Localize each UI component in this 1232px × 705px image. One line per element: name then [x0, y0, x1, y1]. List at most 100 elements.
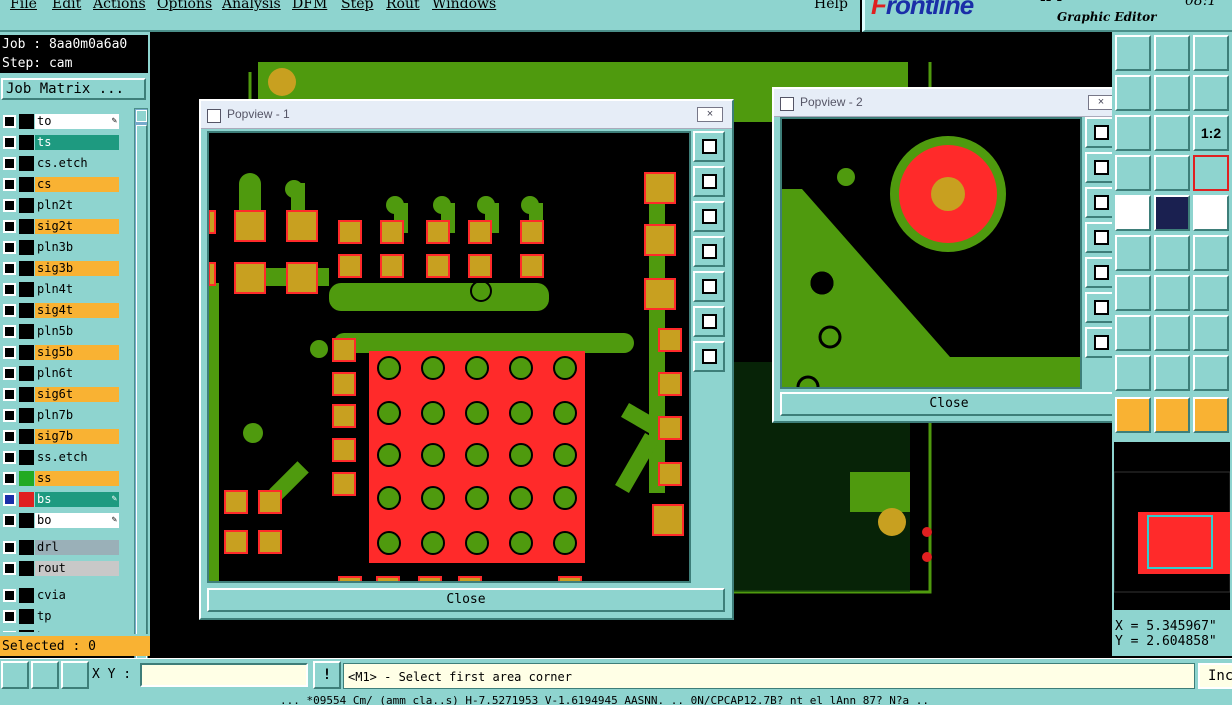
tool-pointer-edit-button[interactable] [1193, 397, 1229, 433]
layer-color-swatch[interactable] [19, 609, 34, 624]
layer-row[interactable]: cvia [0, 587, 133, 604]
layer-checkbox[interactable] [3, 346, 16, 359]
layer-checkbox[interactable] [3, 115, 16, 128]
layer-name[interactable]: bo ✎ [35, 513, 119, 528]
layer-color-swatch[interactable] [19, 366, 34, 381]
layer-checkbox[interactable] [3, 451, 16, 464]
layer-row[interactable]: rout [0, 560, 133, 577]
tool-zoom-button[interactable] [1154, 115, 1190, 151]
layer-row[interactable]: ss.etch [0, 449, 133, 466]
draw-mode-icon[interactable] [31, 661, 59, 689]
layer-checkbox[interactable] [3, 220, 16, 233]
layer-name[interactable]: pln7b [35, 408, 119, 423]
layer-name[interactable]: bs ✎ [35, 492, 119, 507]
layer-color-swatch[interactable] [19, 345, 34, 360]
popview-2-view[interactable] [780, 117, 1082, 389]
tool-route-button[interactable] [1193, 235, 1229, 271]
layer-name[interactable]: pln6t [35, 366, 119, 381]
layer-color-swatch[interactable] [19, 429, 34, 444]
menu-windows[interactable]: Windows [432, 0, 496, 12]
layer-color-swatch[interactable] [19, 588, 34, 603]
layer-checkbox[interactable] [3, 493, 16, 506]
tool-select-button[interactable] [1115, 195, 1151, 231]
layer-row[interactable]: sig3b [0, 260, 133, 277]
layer-checkbox[interactable] [3, 541, 16, 554]
layer-name[interactable]: cs [35, 177, 119, 192]
popview-1-view[interactable] [207, 131, 691, 583]
layer-color-swatch[interactable] [19, 387, 34, 402]
tool-shape-b-button[interactable] [1154, 355, 1190, 391]
snap-mode-icon[interactable] [61, 661, 89, 689]
tool-scale-button[interactable]: 1:2 [1193, 115, 1229, 151]
tool-pan-down-button[interactable] [1154, 35, 1190, 71]
tool-undo-zoom-button[interactable] [1193, 75, 1229, 111]
zoom-out-button[interactable] [693, 341, 725, 372]
alert-button[interactable]: ! [313, 661, 341, 689]
pan-left-button[interactable] [693, 236, 725, 267]
tool-pointer-alt-button[interactable] [1154, 397, 1190, 433]
layer-name[interactable]: tp [35, 609, 119, 624]
layer-checkbox[interactable] [3, 409, 16, 422]
layer-color-swatch[interactable] [19, 540, 34, 555]
layer-name[interactable]: ss [35, 471, 119, 486]
pan-down-button[interactable] [693, 201, 725, 232]
layer-row[interactable]: sig4t [0, 302, 133, 319]
tool-pad-button[interactable] [1115, 315, 1151, 351]
tool-fit-button[interactable] [1115, 115, 1151, 151]
layer-name[interactable]: pln2t [35, 198, 119, 213]
tool-shape-a-button[interactable] [1115, 355, 1151, 391]
layer-name[interactable]: ss.etch [35, 450, 119, 465]
layer-color-swatch[interactable] [19, 492, 34, 507]
layer-color-swatch[interactable] [19, 240, 34, 255]
menu-help[interactable]: Help [814, 0, 848, 12]
menu-rout[interactable]: Rout [386, 0, 420, 12]
tool-pointer-button[interactable] [1115, 397, 1151, 433]
layer-name[interactable]: bp [35, 630, 119, 632]
layer-row[interactable]: pln6t [0, 365, 133, 382]
layer-color-swatch[interactable] [19, 198, 34, 213]
layer-checkbox[interactable] [3, 157, 16, 170]
layer-checkbox[interactable] [3, 514, 16, 527]
layer-name[interactable]: sig6t [35, 387, 119, 402]
inc-button[interactable]: Inc [1198, 663, 1232, 689]
layer-color-swatch[interactable] [19, 114, 34, 129]
tool-pan-up-button[interactable] [1115, 35, 1151, 71]
menu-step[interactable]: Step [341, 0, 373, 12]
layer-row[interactable]: bo ✎ [0, 512, 133, 529]
layer-checkbox[interactable] [3, 178, 16, 191]
layer-name[interactable]: sig3b [35, 261, 119, 276]
pan-right-button[interactable] [693, 271, 725, 302]
xy-input[interactable] [140, 663, 308, 687]
layer-checkbox[interactable] [3, 262, 16, 275]
tool-shape-c-button[interactable] [1193, 355, 1229, 391]
layer-checkbox[interactable] [3, 241, 16, 254]
layer-checkbox[interactable] [3, 136, 16, 149]
tool-grid-button[interactable] [1154, 155, 1190, 191]
layer-row[interactable]: pln5b [0, 323, 133, 340]
layer-row[interactable]: pln3b [0, 239, 133, 256]
overview-minimap[interactable] [1112, 440, 1232, 612]
popview-1-close-button[interactable]: Close [207, 588, 725, 612]
tool-net-button[interactable] [1193, 155, 1229, 191]
layer-row[interactable]: bp [0, 629, 133, 632]
layer-color-swatch[interactable] [19, 513, 34, 528]
layer-name[interactable]: pln5b [35, 324, 119, 339]
layer-checkbox[interactable] [3, 562, 16, 575]
popview-1-titlebar[interactable]: Popview - 1 × [201, 101, 732, 129]
tool-hline-button[interactable] [1154, 315, 1190, 351]
layer-name[interactable]: sig2t [35, 219, 119, 234]
layer-checkbox[interactable] [3, 388, 16, 401]
popview-2-window[interactable]: Popview - 2 × Close [772, 87, 1126, 423]
layer-name[interactable]: pln3b [35, 240, 119, 255]
layer-color-swatch[interactable] [19, 450, 34, 465]
layer-name[interactable]: cvia [35, 588, 119, 603]
tool-move-button[interactable] [1154, 75, 1190, 111]
layer-checkbox[interactable] [3, 199, 16, 212]
layer-name[interactable]: sig7b [35, 429, 119, 444]
tool-diag-button[interactable] [1154, 275, 1190, 311]
layer-color-swatch[interactable] [19, 177, 34, 192]
layer-checkbox[interactable] [3, 631, 16, 632]
layer-name[interactable]: ts [35, 135, 119, 150]
layer-checkbox[interactable] [3, 610, 16, 623]
layer-row[interactable]: cs.etch [0, 155, 133, 172]
